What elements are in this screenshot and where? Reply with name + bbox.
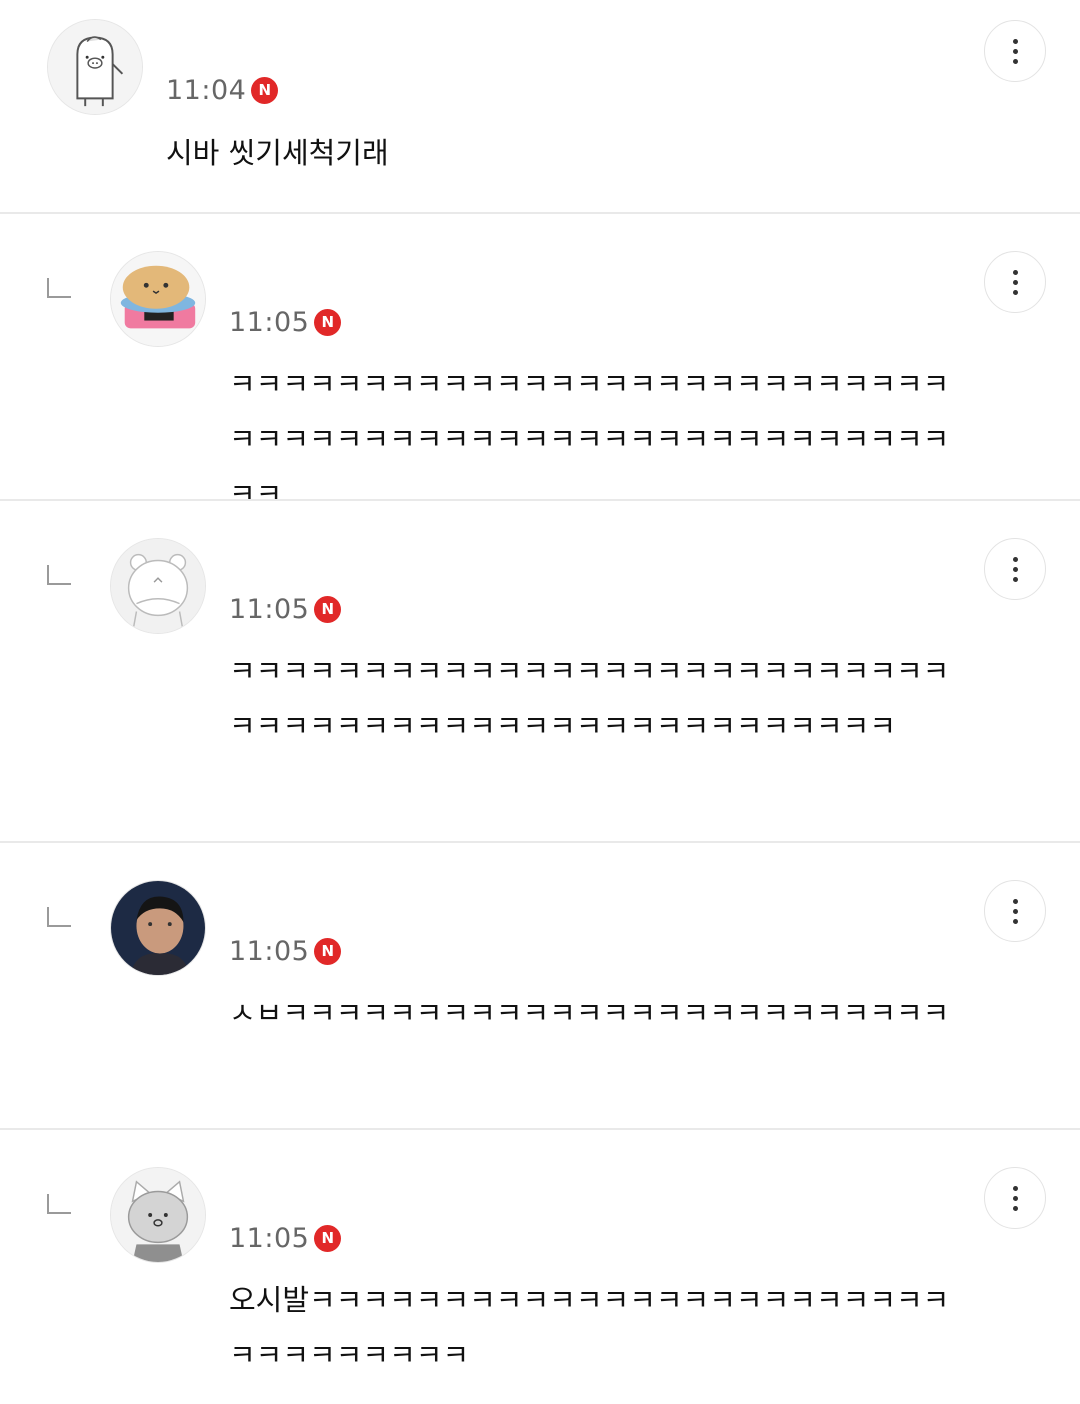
author-name[interactable] [229, 284, 233, 300]
comment-meta: 11:04 N [166, 73, 279, 107]
comment-text: ㅋㅋㅋㅋㅋㅋㅋㅋㅋㅋㅋㅋㅋㅋㅋㅋㅋㅋㅋㅋㅋㅋㅋㅋㅋㅋㅋㅋㅋㅋㅋㅋㅋㅋㅋㅋㅋㅋㅋㅋ… [229, 654, 950, 743]
more-dot-icon [1012, 908, 1018, 914]
comment-text: 시바 씻기세척기래 [166, 136, 389, 170]
comment-text: 오시발ㅋㅋㅋㅋㅋㅋㅋㅋㅋㅋㅋㅋㅋㅋㅋㅋㅋㅋㅋㅋㅋㅋㅋㅋㅋㅋㅋㅋㅋㅋㅋㅋㅋ [229, 1283, 950, 1372]
more-options-button[interactable] [984, 1167, 1046, 1229]
more-options-button[interactable] [984, 538, 1046, 600]
more-dot-icon [1012, 576, 1018, 582]
new-badge: N [314, 595, 342, 623]
person-photo-icon[interactable] [110, 880, 206, 976]
reply-arrow-icon [47, 907, 71, 927]
more-dot-icon [1012, 1185, 1018, 1191]
author-name[interactable] [229, 1200, 233, 1216]
more-dot-icon [1012, 269, 1018, 275]
comment-meta: 11:05 N [229, 1221, 342, 1255]
more-dot-icon [1012, 556, 1018, 562]
reply-item: 11:05 N ㅅㅂㅋㅋㅋㅋㅋㅋㅋㅋㅋㅋㅋㅋㅋㅋㅋㅋㅋㅋㅋㅋㅋㅋㅋㅋㅋ [0, 843, 1080, 1129]
more-dot-icon [1012, 918, 1018, 924]
comment-meta: 11:05 N [229, 305, 342, 339]
reply-arrow-icon [47, 278, 71, 298]
pig-character-icon[interactable] [47, 19, 143, 115]
more-dot-icon [1012, 58, 1018, 64]
comment-time: 11:05 [229, 306, 310, 338]
new-badge: N [314, 1224, 342, 1252]
comment-time: 11:05 [229, 1222, 310, 1254]
more-dot-icon [1012, 48, 1018, 54]
new-badge: N [314, 308, 342, 336]
comment-text: ㅅㅂㅋㅋㅋㅋㅋㅋㅋㅋㅋㅋㅋㅋㅋㅋㅋㅋㅋㅋㅋㅋㅋㅋㅋㅋㅋ [229, 996, 950, 1030]
more-dot-icon [1012, 1205, 1018, 1211]
reply-arrow-icon [47, 1194, 71, 1214]
more-dot-icon [1012, 1195, 1018, 1201]
reply-item: 11:05 N ㅋㅋㅋㅋㅋㅋㅋㅋㅋㅋㅋㅋㅋㅋㅋㅋㅋㅋㅋㅋㅋㅋㅋㅋㅋㅋㅋㅋㅋㅋㅋㅋ… [0, 501, 1080, 842]
comment-time: 11:05 [229, 593, 310, 625]
more-dot-icon [1012, 279, 1018, 285]
more-dot-icon [1012, 898, 1018, 904]
new-badge: N [314, 937, 342, 965]
comment-time: 11:04 [166, 74, 247, 106]
author-name[interactable] [166, 32, 170, 48]
more-dot-icon [1012, 289, 1018, 295]
comment-time: 11:05 [229, 935, 310, 967]
reply-item: 11:05 N 오시발ㅋㅋㅋㅋㅋㅋㅋㅋㅋㅋㅋㅋㅋㅋㅋㅋㅋㅋㅋㅋㅋㅋㅋㅋㅋㅋㅋㅋㅋ… [0, 1130, 1080, 1404]
bear-character-icon[interactable] [110, 538, 206, 634]
author-name[interactable] [229, 901, 233, 917]
more-dot-icon [1012, 566, 1018, 572]
new-badge: N [251, 76, 279, 104]
reply-item: 11:05 N ㅋㅋㅋㅋㅋㅋㅋㅋㅋㅋㅋㅋㅋㅋㅋㅋㅋㅋㅋㅋㅋㅋㅋㅋㅋㅋㅋㅋㅋㅋㅋㅋ… [0, 214, 1080, 511]
more-options-button[interactable] [984, 251, 1046, 313]
burger-character-icon[interactable] [110, 251, 206, 347]
reply-arrow-icon [47, 565, 71, 585]
comment-meta: 11:05 N [229, 592, 342, 626]
author-name[interactable] [229, 561, 233, 577]
more-dot-icon [1012, 38, 1018, 44]
more-options-button[interactable] [984, 880, 1046, 942]
comment-meta: 11:05 N [229, 934, 342, 968]
comment-item: 11:04 N 시바 씻기세척기래 [0, 0, 1080, 213]
cat-character-icon[interactable] [110, 1167, 206, 1263]
comment-text: ㅋㅋㅋㅋㅋㅋㅋㅋㅋㅋㅋㅋㅋㅋㅋㅋㅋㅋㅋㅋㅋㅋㅋㅋㅋㅋㅋㅋㅋㅋㅋㅋㅋㅋㅋㅋㅋㅋㅋㅋ… [229, 367, 950, 511]
more-options-button[interactable] [984, 20, 1046, 82]
